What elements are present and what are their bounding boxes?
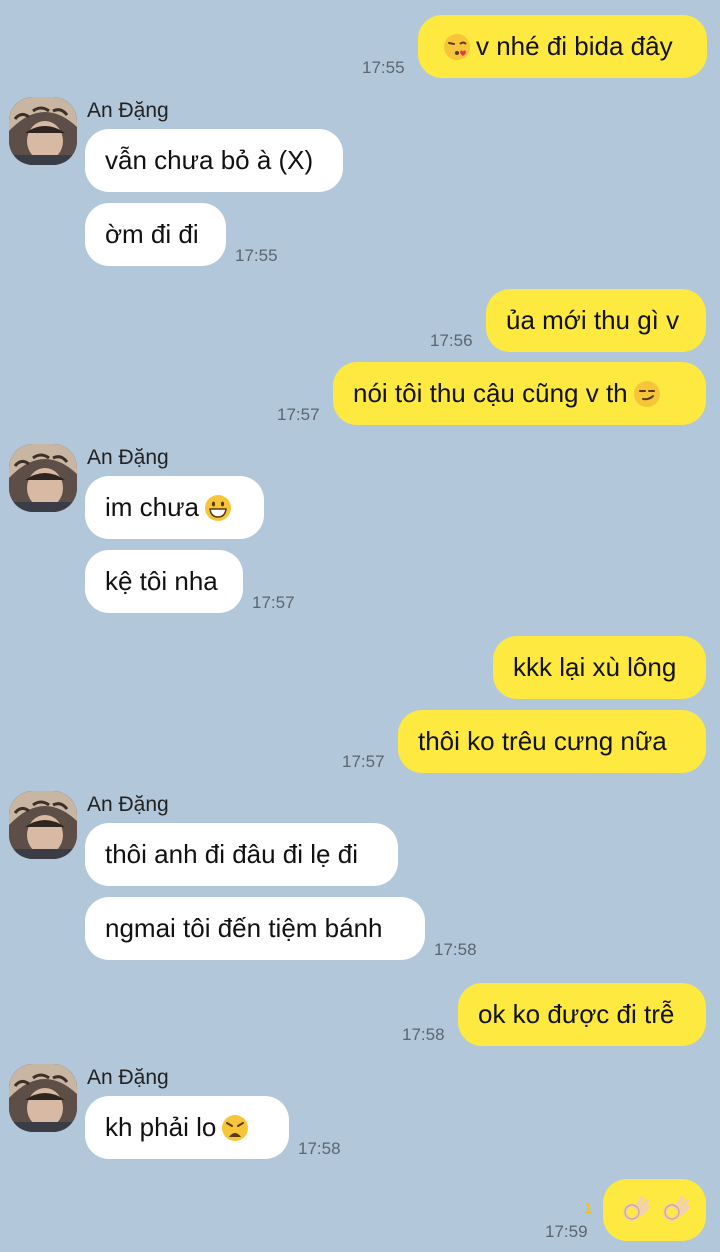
message-text: ngmai tôi đến tiệm bánh (105, 913, 383, 943)
timestamp: 17:57 (277, 405, 320, 424)
grin-emoji-icon (203, 493, 233, 523)
ok-hand-emoji-icon (619, 1194, 651, 1226)
my-message-bubble[interactable]: v nhé đi bida đây (418, 15, 707, 78)
message-text: vẫn chưa bỏ à (X) (105, 145, 314, 175)
their-message-bubble[interactable]: thôi anh đi đâu đi lẹ đi (85, 823, 398, 886)
their-message-bubble[interactable]: vẫn chưa bỏ à (X) (85, 129, 343, 192)
timestamp: 17:55 (362, 58, 405, 77)
unread-count-badge: 1 (584, 1200, 593, 1217)
my-message-bubble[interactable]: ủa mới thu gì v (486, 289, 706, 352)
my-message-bubble[interactable]: thôi ko trêu cưng nữa (398, 710, 706, 773)
message-text: thôi ko trêu cưng nữa (418, 726, 667, 756)
my-message-bubble[interactable] (603, 1179, 706, 1241)
their-message-bubble[interactable]: kh phải lo (85, 1096, 289, 1159)
timestamp: 17:56 (430, 331, 473, 350)
message-text: ờm đi đi (105, 219, 199, 249)
kissing-heart-emoji-icon (442, 32, 472, 62)
message-text: kh phải lo (105, 1112, 217, 1142)
contact-name: An Đặng (87, 99, 169, 122)
contact-name: An Đặng (87, 446, 169, 469)
avatar[interactable] (9, 444, 77, 512)
message-text: v nhé đi bida đây (476, 31, 673, 61)
message-text: nói tôi thu cậu cũng v th (353, 378, 628, 408)
timestamp: 17:58 (434, 940, 477, 959)
my-message-bubble[interactable]: nói tôi thu cậu cũng v th (333, 362, 706, 425)
chat-screen: { "contact": { "name": "An Đặng" }, "mes… (0, 0, 720, 1252)
their-message-bubble[interactable]: ờm đi đi (85, 203, 226, 266)
timestamp: 17:59 (545, 1222, 588, 1241)
message-text: kệ tôi nha (105, 566, 218, 596)
smirk-emoji-icon (632, 379, 662, 409)
avatar[interactable] (9, 97, 77, 165)
message-text: ủa mới thu gì v (506, 305, 680, 335)
timestamp: 17:57 (252, 593, 295, 612)
timestamp: 17:55 (235, 246, 278, 265)
timestamp: 17:58 (402, 1025, 445, 1044)
avatar[interactable] (9, 1064, 77, 1132)
message-text: im chưa (105, 492, 199, 522)
ok-hand-emoji-icon (659, 1194, 691, 1226)
my-message-bubble[interactable]: ok ko được đi trễ (458, 983, 706, 1046)
contact-name: An Đặng (87, 1066, 169, 1089)
contact-name: An Đặng (87, 793, 169, 816)
my-message-bubble[interactable]: kkk lại xù lông (493, 636, 706, 699)
timestamp: 17:58 (298, 1139, 341, 1158)
timestamp: 17:57 (342, 752, 385, 771)
their-message-bubble[interactable]: kệ tôi nha (85, 550, 243, 613)
their-message-bubble[interactable]: ngmai tôi đến tiệm bánh (85, 897, 425, 960)
message-text: thôi anh đi đâu đi lẹ đi (105, 839, 358, 869)
weary-emoji-icon (220, 1113, 250, 1143)
avatar[interactable] (9, 791, 77, 859)
message-text: kkk lại xù lông (513, 652, 677, 682)
message-text: ok ko được đi trễ (478, 999, 675, 1029)
their-message-bubble[interactable]: im chưa (85, 476, 264, 539)
